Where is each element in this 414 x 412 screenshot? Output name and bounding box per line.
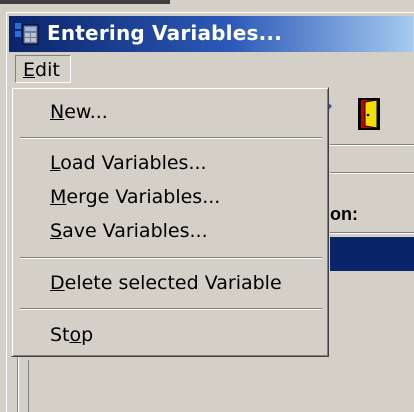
menu-separator [20,308,322,310]
header-separator [330,232,414,234]
background-window-edge [0,0,170,4]
toolbar-separator [330,144,414,146]
menu-item-new-accel: N [50,101,65,123]
menu-item-delete-variable[interactable]: Delete selected Variable [50,272,282,294]
menu-item-stop[interactable]: Stop [50,324,93,346]
exit-door-icon[interactable] [356,96,384,132]
menu-item-delete-label: elete selected Variable [64,272,282,294]
menu-item-merge-label: erge Variables... [66,186,221,208]
menu-item-stop-pre: St [50,324,70,346]
menu-item-delete-accel: D [50,272,65,294]
menu-item-load-accel: L [50,152,61,174]
menu-edit-label: dit [35,59,60,81]
menu-separator [20,137,322,139]
menu-edit[interactable]: Edit [15,55,71,83]
menu-separator [20,257,322,259]
field-label: on: [330,204,358,224]
menu-item-save-variables[interactable]: Save Variables... [50,220,208,242]
menu-item-new[interactable]: New... [50,101,108,123]
panel-inner-border [28,360,30,412]
menu-item-load-label: oad Variables... [60,152,207,174]
menu-item-merge-variables[interactable]: Merge Variables... [50,186,220,208]
edit-dropdown-menu: New... Load Variables... Merge Variables… [11,87,329,357]
menu-edit-accel: E [23,59,36,81]
menu-bar: Edit [9,53,413,85]
menu-item-merge-accel: M [50,186,67,208]
selected-list-row[interactable] [330,237,414,271]
menu-item-save-accel: S [50,220,63,242]
menu-item-load-variables[interactable]: Load Variables... [50,152,207,174]
menu-item-stop-accel: o [69,324,82,346]
section-separator [330,172,414,174]
menu-item-save-label: ave Variables... [62,220,208,242]
window-title: Entering Variables... [47,21,282,45]
menu-item-new-label: ew... [64,101,108,123]
title-bar[interactable]: Entering Variables... [9,16,413,52]
background-window-strip [0,0,414,12]
panel-border [17,354,19,412]
app-icon [15,23,39,45]
menu-item-stop-label: p [81,324,94,346]
